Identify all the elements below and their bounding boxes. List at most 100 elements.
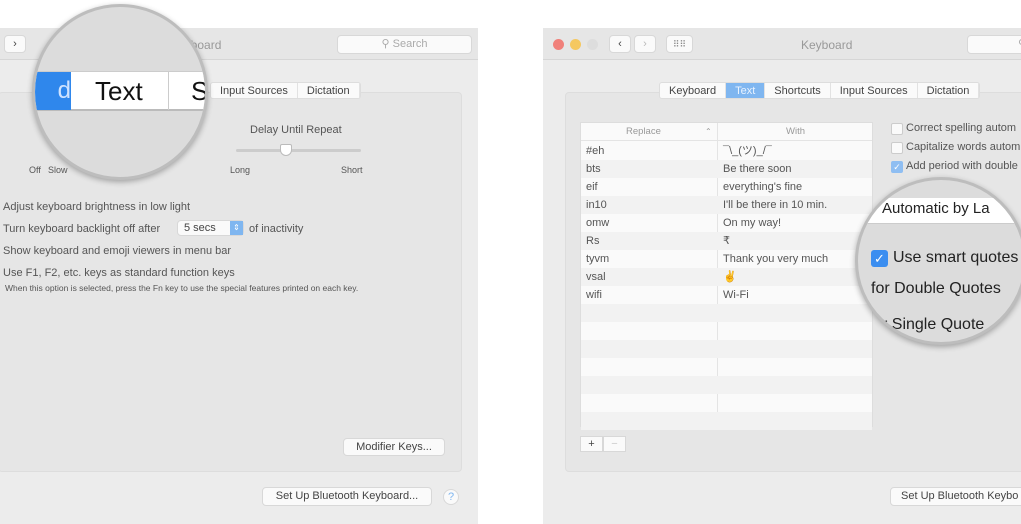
replace-cell: wifi (586, 289, 602, 301)
table-row[interactable]: bts Be there soon (581, 160, 872, 178)
table-row[interactable]: tyvm Thank you very much (581, 250, 872, 268)
tab-keyboard[interactable]: Keyboard (660, 83, 727, 98)
forward-button[interactable]: › (634, 35, 656, 53)
tab-shortcuts-magnified[interactable]: S (191, 72, 205, 110)
spelling-language-select[interactable]: Automatic by La (882, 200, 990, 217)
forward-button[interactable]: › (4, 35, 26, 53)
tab-dictation[interactable]: Dictation (298, 83, 360, 98)
back-button[interactable]: ‹ (609, 35, 631, 53)
close-button[interactable] (553, 39, 564, 50)
option-checkbox[interactable]: ✓ (891, 161, 903, 173)
bluetooth-keyboard-button[interactable]: Set Up Bluetooth Keybo (890, 487, 1021, 506)
tab-bar: Keyboard Text Shortcuts Input Sources Di… (659, 82, 981, 99)
option-label[interactable]: Add period with double (906, 160, 1018, 172)
tab-shortcuts[interactable]: Shortcuts (765, 83, 831, 98)
single-quotes-label: r Single Quote (882, 316, 985, 333)
double-quotes-label: for Double Quotes (871, 280, 1001, 297)
replace-cell: tyvm (586, 253, 610, 265)
with-cell: I'll be there in 10 min. (723, 199, 828, 211)
option-checkbox[interactable] (891, 123, 903, 135)
empty-row (581, 358, 872, 376)
delay-min-label: Long (230, 165, 251, 175)
tab-input-sources[interactable]: Input Sources (831, 83, 918, 98)
with-cell: ¯\_(ツ)_/¯ (723, 145, 772, 157)
backlight-select[interactable]: 5 secs ⇕ (177, 220, 244, 236)
backlight-option[interactable]: Turn keyboard backlight off after (3, 223, 160, 235)
table-row[interactable]: vsal ✌ (581, 268, 872, 286)
search-placeholder: Search (392, 38, 428, 50)
brightness-option[interactable]: Adjust keyboard brightness in low light (3, 201, 190, 213)
with-cell: Thank you very much (723, 253, 829, 265)
option-label[interactable]: Correct spelling autom (906, 122, 1016, 134)
zoom-button[interactable] (587, 39, 598, 50)
option-label[interactable]: Capitalize words autom (906, 141, 1020, 153)
empty-row (581, 304, 872, 322)
window-title: Keyboard (801, 38, 853, 52)
with-cell: everything's fine (723, 181, 803, 193)
replace-cell: #eh (586, 145, 605, 157)
search-icon: ⚲ (381, 38, 393, 50)
replace-cell: vsal (586, 271, 606, 283)
sort-chevron-icon: ⌃ (705, 127, 712, 136)
tab-bar: Input Sources Dictation (210, 82, 361, 99)
key-repeat-off-label: Off (29, 165, 41, 175)
magnifier-left: d Text S (32, 4, 208, 180)
with-cell: On my way! (723, 217, 782, 229)
with-cell: Wi-Fi (723, 289, 749, 301)
delay-slider-track[interactable] (236, 149, 361, 152)
stepper-icon: ⇕ (230, 221, 243, 235)
fn-keys-note: When this option is selected, press the … (5, 283, 359, 293)
help-button[interactable]: ? (443, 489, 459, 505)
with-cell: ₹ (723, 235, 730, 247)
table-header: Replace ⌃ With (581, 123, 872, 141)
show-viewers-option[interactable]: Show keyboard and emoji viewers in menu … (3, 245, 231, 257)
magnified-tabs: d Text S (35, 71, 205, 111)
smart-quotes-checkbox[interactable]: ✓ (871, 250, 888, 267)
tab-dictation[interactable]: Dictation (918, 83, 980, 98)
replacement-table: Replace ⌃ With #eh ¯\_(ツ)_/¯bts Be there s… (580, 122, 873, 430)
fn-keys-option[interactable]: Use F1, F2, etc. keys as standard functi… (3, 267, 235, 279)
add-button[interactable]: + (580, 436, 603, 452)
empty-row (581, 394, 872, 412)
delay-max-label: Short (341, 165, 363, 175)
modifier-keys-button[interactable]: Modifier Keys... (343, 438, 445, 456)
table-row[interactable]: #eh ¯\_(ツ)_/¯ (581, 142, 872, 160)
replace-cell: bts (586, 163, 601, 175)
inactivity-label: of inactivity (249, 223, 304, 235)
table-row[interactable]: Rs ₹ (581, 232, 872, 250)
show-all-grid-icon[interactable]: ⠿⠿ (666, 35, 693, 53)
remove-button[interactable]: − (603, 436, 626, 452)
delay-until-repeat-label: Delay Until Repeat (250, 124, 342, 136)
replace-cell: omw (586, 217, 610, 229)
empty-row (581, 322, 872, 340)
replace-cell: eif (586, 181, 598, 193)
smart-quotes-label[interactable]: Use smart quotes (893, 249, 1018, 267)
key-repeat-slow-label: Slow (48, 165, 68, 175)
magnifier-right: Automatic by La ✓ Use smart quotes for D… (855, 177, 1021, 345)
empty-row (581, 340, 872, 358)
bluetooth-keyboard-button[interactable]: Set Up Bluetooth Keyboard... (262, 487, 432, 506)
delay-slider-knob[interactable] (280, 144, 292, 156)
search-input[interactable]: ⚲ Search (337, 35, 472, 54)
option-checkbox[interactable] (891, 142, 903, 154)
tab-text[interactable]: Text (726, 83, 766, 98)
table-row[interactable]: eif everything's fine (581, 178, 872, 196)
tab-keyboard-magnified[interactable]: d (35, 72, 71, 110)
with-cell: Be there soon (723, 163, 792, 175)
column-header-with[interactable]: With (786, 123, 805, 141)
with-cell: ✌ (723, 271, 737, 283)
tab-input-sources[interactable]: Input Sources (211, 83, 298, 98)
replace-cell: in10 (586, 199, 607, 211)
replace-cell: Rs (586, 235, 600, 247)
tab-text-magnified[interactable]: Text (95, 72, 143, 110)
table-row[interactable]: wifi Wi-Fi (581, 286, 872, 304)
backlight-value: 5 secs (184, 222, 216, 234)
empty-row (581, 376, 872, 394)
titlebar: ‹ › ⠿⠿ Keyboard ⚲ (543, 28, 1021, 60)
search-input[interactable]: ⚲ (967, 35, 1021, 54)
table-row[interactable]: omw On my way! (581, 214, 872, 232)
table-row[interactable]: in10 I'll be there in 10 min. (581, 196, 872, 214)
empty-row (581, 412, 872, 430)
minimize-button[interactable] (570, 39, 581, 50)
column-header-replace[interactable]: Replace (626, 123, 661, 141)
